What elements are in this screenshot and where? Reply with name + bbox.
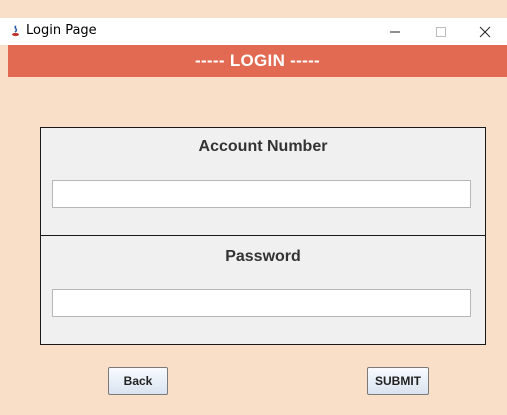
maximize-button[interactable] bbox=[419, 18, 463, 45]
account-number-field[interactable] bbox=[52, 180, 471, 208]
account-number-panel: Account Number bbox=[40, 127, 486, 236]
java-coffee-icon bbox=[12, 25, 19, 37]
submit-button[interactable]: SUBMIT bbox=[367, 367, 429, 395]
password-panel: Password bbox=[40, 235, 486, 345]
close-button[interactable] bbox=[463, 18, 507, 45]
password-label: Password bbox=[225, 248, 301, 265]
maximize-icon bbox=[436, 26, 446, 37]
back-button[interactable]: Back bbox=[108, 367, 168, 395]
password-field[interactable] bbox=[52, 289, 471, 317]
login-window: Login Page ----- LOGIN ----- Account Num… bbox=[0, 0, 507, 415]
close-icon bbox=[479, 26, 491, 37]
title-bar[interactable]: Login Page bbox=[0, 18, 507, 45]
minimize-icon bbox=[390, 31, 400, 32]
window-title: Login Page bbox=[26, 23, 97, 38]
account-number-label: Account Number bbox=[198, 138, 328, 155]
banner-title: ----- LOGIN ----- bbox=[195, 51, 320, 70]
minimize-button[interactable] bbox=[373, 18, 417, 45]
login-banner: ----- LOGIN ----- bbox=[8, 45, 507, 77]
